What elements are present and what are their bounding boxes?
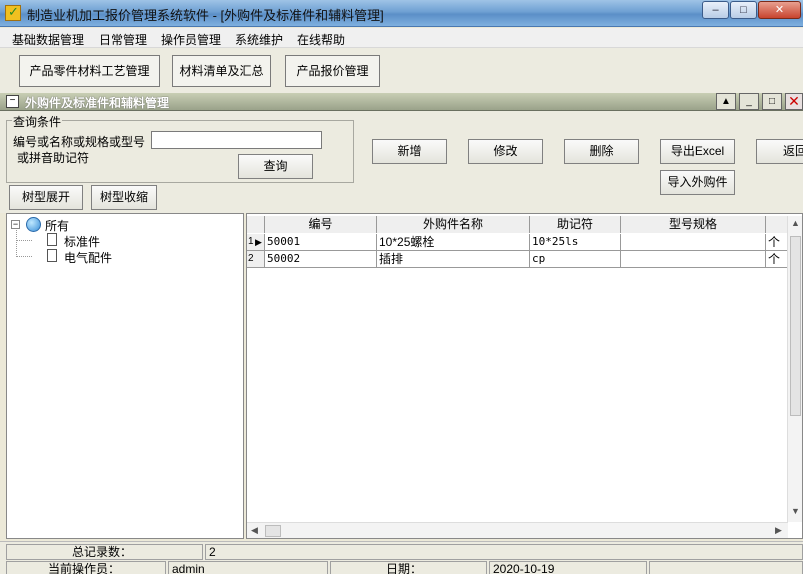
tree-connector [16, 256, 32, 257]
export-excel-button[interactable]: 导出Excel [660, 139, 735, 164]
cell-code[interactable]: 50001 [265, 234, 377, 250]
table-row[interactable]: 2 50002 插排 cp 个 [247, 251, 788, 268]
cell-code[interactable]: 50002 [265, 251, 377, 267]
tree-node-electrical[interactable]: 电气配件 [64, 249, 112, 266]
status-bar: 总记录数： 2 当前操作员： admin 日期： 2020-10-19 [0, 541, 803, 574]
query-panel: 查询条件 编号或名称或规格或型号 或拼音助记符 查询 新增 修改 删除 导出Ex… [0, 111, 803, 213]
title-bar: 制造业机加工报价管理系统软件 - [外购件及标准件和辅料管理] – □ ✕ [0, 0, 803, 27]
tree-node-standard[interactable]: 标准件 [64, 233, 100, 250]
search-input[interactable] [151, 131, 322, 149]
parts-grid: 编号 外购件名称 助记符 型号规格 1 ▶ 50001 10*25螺栓 10*25… [246, 213, 803, 539]
scroll-down-icon[interactable]: ▼ [791, 506, 800, 516]
column-header-unit[interactable] [766, 216, 788, 233]
toolbar: 产品零件材料工艺管理 材料清单及汇总 产品报价管理 [0, 48, 803, 94]
tree-connector [16, 240, 32, 241]
child-maximize-icon[interactable]: □ [762, 93, 782, 110]
column-header-name[interactable]: 外购件名称 [377, 216, 530, 233]
tree-collapse-icon[interactable]: − [11, 220, 20, 229]
tree-expand-button[interactable]: 树型展开 [9, 185, 83, 210]
cell-mnemonic[interactable]: 10*25ls [530, 234, 621, 250]
menu-bar: 基础数据管理 日常管理 操作员管理 系统维护 在线帮助 [0, 28, 803, 48]
cell-mnemonic[interactable]: cp [530, 251, 621, 267]
child-minimize-icon[interactable]: _ [739, 93, 759, 110]
row-header-corner [247, 216, 265, 233]
cell-name[interactable]: 插排 [377, 251, 530, 267]
cell-unit[interactable]: 个 [766, 234, 788, 250]
column-header-mnemonic[interactable]: 助记符 [530, 216, 621, 233]
horizontal-scroll-thumb[interactable] [265, 525, 281, 537]
document-icon [47, 233, 57, 246]
menu-operator[interactable]: 操作员管理 [161, 31, 221, 48]
material-list-button[interactable]: 材料清单及汇总 [172, 55, 271, 87]
app-icon [5, 4, 21, 21]
horizontal-scrollbar[interactable]: ◀ ▶ [247, 522, 788, 538]
grid-header: 编号 外购件名称 助记符 型号规格 [247, 216, 788, 233]
scroll-right-icon[interactable]: ▶ [775, 525, 782, 536]
child-window-title: 外购件及标准件和辅料管理 [25, 96, 170, 110]
add-button[interactable]: 新增 [372, 139, 447, 164]
date-value: 2020-10-19 [489, 561, 647, 574]
cell-spec[interactable] [621, 234, 766, 250]
cell-unit[interactable]: 个 [766, 251, 788, 267]
child-close-icon[interactable]: ✕ [785, 93, 803, 110]
total-records-value: 2 [205, 544, 803, 560]
tree-connector [16, 227, 17, 257]
document-icon [47, 249, 57, 262]
quote-management-button[interactable]: 产品报价管理 [285, 55, 380, 87]
status-panel [649, 561, 803, 574]
column-header-code[interactable]: 编号 [265, 216, 377, 233]
total-records-label: 总记录数： [6, 544, 203, 560]
operator-label: 当前操作员： [6, 561, 166, 574]
tree-node-root[interactable]: 所有 [45, 217, 69, 234]
current-row-icon: ▶ [255, 237, 262, 247]
operator-value: admin [168, 561, 328, 574]
menu-basic-data[interactable]: 基础数据管理 [12, 31, 84, 48]
close-button[interactable]: ✕ [758, 1, 801, 19]
maximize-button[interactable]: □ [730, 1, 757, 19]
back-button[interactable]: 返回 [756, 139, 803, 164]
query-legend: 查询条件 [12, 113, 63, 130]
scroll-up-icon[interactable]: ▲ [791, 218, 800, 228]
scroll-left-icon[interactable]: ◀ [251, 525, 258, 536]
minimize-button[interactable]: – [702, 1, 729, 19]
child-restore-icon[interactable]: ▲ [716, 93, 736, 110]
cell-spec[interactable] [621, 251, 766, 267]
vertical-scroll-thumb[interactable] [790, 236, 801, 416]
vertical-scrollbar[interactable]: ▲ ▼ [787, 216, 802, 522]
tree-collapse-button[interactable]: 树型收缩 [91, 185, 157, 210]
import-button[interactable]: 导入外购件 [660, 170, 735, 195]
child-window-icon[interactable]: − [6, 95, 19, 108]
menu-system[interactable]: 系统维护 [235, 31, 283, 48]
menu-help[interactable]: 在线帮助 [297, 31, 345, 48]
globe-icon [26, 217, 41, 232]
table-row[interactable]: 1 ▶ 50001 10*25螺栓 10*25ls 个 [247, 234, 788, 251]
category-tree: − 所有 标准件 电气配件 [6, 213, 244, 539]
child-window-caption: − 外购件及标准件和辅料管理 ▲ _ □ ✕ [0, 93, 803, 111]
row-number: 1 ▶ [247, 234, 265, 250]
window-title: 制造业机加工报价管理系统软件 - [外购件及标准件和辅料管理] [27, 8, 384, 23]
edit-button[interactable]: 修改 [468, 139, 543, 164]
row-number-text: 1 [248, 236, 254, 247]
menu-daily[interactable]: 日常管理 [99, 31, 147, 48]
row-number: 2 [247, 251, 265, 267]
search-button[interactable]: 查询 [238, 154, 313, 179]
cell-name[interactable]: 10*25螺栓 [377, 234, 530, 250]
query-label: 编号或名称或规格或型号 [13, 135, 146, 149]
parts-process-button[interactable]: 产品零件材料工艺管理 [19, 55, 160, 87]
delete-button[interactable]: 删除 [564, 139, 639, 164]
column-header-spec[interactable]: 型号规格 [621, 216, 766, 233]
date-label: 日期： [330, 561, 487, 574]
query-label-2: 或拼音助记符 [17, 151, 90, 165]
